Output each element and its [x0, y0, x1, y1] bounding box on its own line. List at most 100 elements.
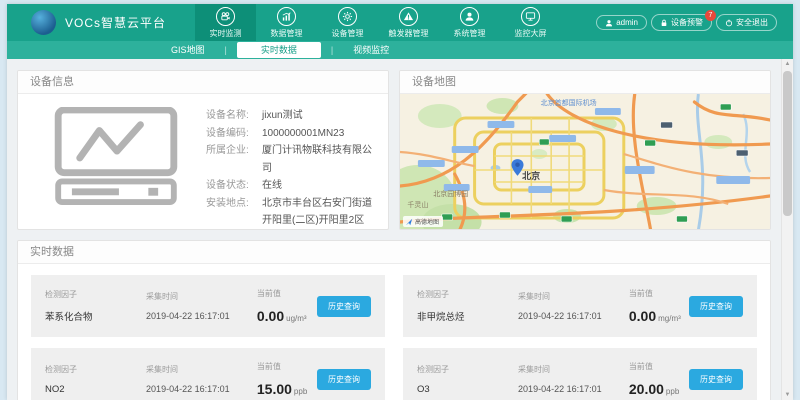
- factor-column-label: 检测因子: [417, 364, 518, 375]
- current-value-unit: ppb: [666, 387, 679, 396]
- time-column-label: 采集时间: [146, 291, 257, 302]
- user-icon: [464, 11, 475, 22]
- bar-chart-icon: [281, 11, 292, 22]
- logout-button[interactable]: 安全退出: [716, 14, 777, 31]
- device-field-row: 所属企业: 厦门计讯物联科技有限公司: [206, 142, 376, 177]
- map-park-label: 北京园博园: [433, 189, 468, 199]
- device-field-row: 安装地点: 北京市丰台区右安门街道开阳里(二区)开阳里2区: [206, 195, 376, 230]
- factor-column-label: 检测因子: [45, 289, 146, 300]
- brand: VOCs智慧云平台: [7, 4, 195, 41]
- device-map-panel: 设备地图: [399, 70, 771, 230]
- device-field-value: 厦门计讯物联科技有限公司: [262, 142, 376, 177]
- current-value: 15.00: [257, 381, 292, 397]
- device-monitor-icon: [52, 107, 180, 230]
- device-info-panel: 设备信息: [17, 70, 389, 230]
- scroll-up-arrow-icon[interactable]: ▲: [782, 59, 793, 69]
- device-alert-button[interactable]: 设备预警 7: [651, 14, 712, 31]
- brand-logo-icon: [31, 10, 56, 35]
- realtime-row: 检测因子 NO2 采集时间 2019-04-22 16:17:01 当前值 15…: [31, 348, 385, 400]
- time-value: 2019-04-22 16:17:01: [146, 384, 257, 394]
- main-nav-item[interactable]: 数据管理: [256, 4, 317, 41]
- monitor-icon: [525, 11, 536, 22]
- main-nav-item[interactable]: 触发器管理: [378, 4, 439, 41]
- map-provider-logo-icon: [405, 218, 413, 226]
- device-field-value: jixun测试: [262, 107, 303, 125]
- device-field-value: 在线: [262, 177, 282, 195]
- tab[interactable]: 视频监控: [339, 42, 403, 58]
- main-nav-label: 数据管理: [271, 28, 303, 39]
- current-value-column-label: 当前值: [629, 288, 689, 299]
- power-icon: [725, 19, 733, 27]
- app-window: VOCs智慧云平台 实时监测: [7, 4, 793, 400]
- factor-value: 苯系化合物: [45, 309, 146, 323]
- device-field-label: 安装地点:: [206, 195, 262, 230]
- vertical-scrollbar[interactable]: ▲ ▼: [781, 59, 793, 400]
- realtime-data-title: 实时数据: [18, 241, 770, 264]
- current-value: 0.00: [629, 308, 656, 324]
- time-value: 2019-04-22 16:17:01: [518, 311, 629, 321]
- time-column-label: 采集时间: [518, 291, 629, 302]
- user-actions: admin 设备预警 7 安全退出: [596, 4, 777, 41]
- time-value: 2019-04-22 16:17:01: [146, 311, 257, 321]
- map-canvas[interactable]: 北京首都国际机场 北京 北京园博园 千灵山 高德地图: [400, 94, 770, 230]
- map-provider-watermark: 高德地图: [403, 216, 443, 227]
- history-query-button[interactable]: 历史查询: [317, 369, 371, 390]
- current-value-column-label: 当前值: [257, 288, 317, 299]
- map-airport-label: 北京首都国际机场: [541, 98, 597, 108]
- device-info-title: 设备信息: [18, 71, 388, 94]
- main-nav-label: 触发器管理: [389, 28, 429, 39]
- map-roads-graphic: [400, 94, 770, 230]
- current-value: 0.00: [257, 308, 284, 324]
- device-fields: 设备名称: jixun测试 设备编码: 1000000001MN23 所属企业:: [206, 107, 376, 230]
- map-pin-icon[interactable]: [511, 159, 524, 176]
- main-nav-item[interactable]: 设备管理: [317, 4, 378, 41]
- map-city-label: 北京: [522, 169, 540, 182]
- history-query-button[interactable]: 历史查询: [689, 369, 743, 390]
- history-query-button[interactable]: 历史查询: [317, 296, 371, 317]
- gear-icon: [342, 11, 353, 22]
- lock-icon: [660, 19, 668, 27]
- device-field-label: 设备名称:: [206, 107, 262, 125]
- realtime-row: 检测因子 O3 采集时间 2019-04-22 16:17:01 当前值 20.…: [403, 348, 757, 400]
- realtime-row: 检测因子 非甲烷总烃 采集时间 2019-04-22 16:17:01 当前值 …: [403, 275, 757, 337]
- main-nav-label: 系统管理: [454, 28, 486, 39]
- factor-value: O3: [417, 384, 518, 395]
- scroll-down-arrow-icon[interactable]: ▼: [782, 390, 793, 400]
- main-nav: 实时监测 数据管理: [195, 4, 561, 41]
- content-area: 设备信息: [7, 59, 793, 400]
- warning-triangle-icon: [403, 11, 414, 22]
- admin-button[interactable]: admin: [596, 15, 647, 30]
- history-query-button[interactable]: 历史查询: [689, 296, 743, 317]
- top-header: VOCs智慧云平台 实时监测: [7, 4, 793, 41]
- scrollbar-thumb[interactable]: [783, 71, 792, 216]
- alert-count-badge: 7: [705, 10, 716, 21]
- main-nav-label: 实时监测: [210, 28, 242, 39]
- map-mountain-label: 千灵山: [407, 200, 428, 210]
- tab[interactable]: GIS地图: [157, 42, 219, 58]
- device-field-value: 1000000001MN23: [262, 125, 344, 143]
- device-field-row: 设备状态: 在线: [206, 177, 376, 195]
- device-field-row: 设备编码: 1000000001MN23: [206, 125, 376, 143]
- current-value-unit: ug/m³: [286, 314, 306, 323]
- current-value-unit: mg/m³: [658, 314, 681, 323]
- current-value-column-label: 当前值: [257, 361, 317, 372]
- device-field-label: 设备编码:: [206, 125, 262, 143]
- device-field-label: 所属企业:: [206, 142, 262, 177]
- video-camera-icon: [220, 11, 231, 22]
- factor-column-label: 检测因子: [417, 289, 518, 300]
- sub-nav-tabs: GIS地图 | 实时数据 | 视频监控 |: [7, 41, 793, 59]
- time-value: 2019-04-22 16:17:01: [518, 384, 629, 394]
- device-field-row: 设备名称: jixun测试: [206, 107, 376, 125]
- main-nav-item[interactable]: 监控大屏: [500, 4, 561, 41]
- person-icon: [605, 19, 613, 27]
- realtime-rows: 检测因子 苯系化合物 采集时间 2019-04-22 16:17:01 当前值 …: [18, 264, 770, 400]
- device-field-label: 设备状态:: [206, 177, 262, 195]
- tab-separator: |: [219, 45, 233, 55]
- main-nav-item[interactable]: 实时监测: [195, 4, 256, 41]
- device-map-title: 设备地图: [400, 71, 770, 94]
- main-nav-label: 监控大屏: [515, 28, 547, 39]
- current-value-column-label: 当前值: [629, 361, 689, 372]
- device-field-value: 北京市丰台区右安门街道开阳里(二区)开阳里2区: [262, 195, 376, 230]
- tab[interactable]: 实时数据: [237, 42, 321, 58]
- main-nav-item[interactable]: 系统管理: [439, 4, 500, 41]
